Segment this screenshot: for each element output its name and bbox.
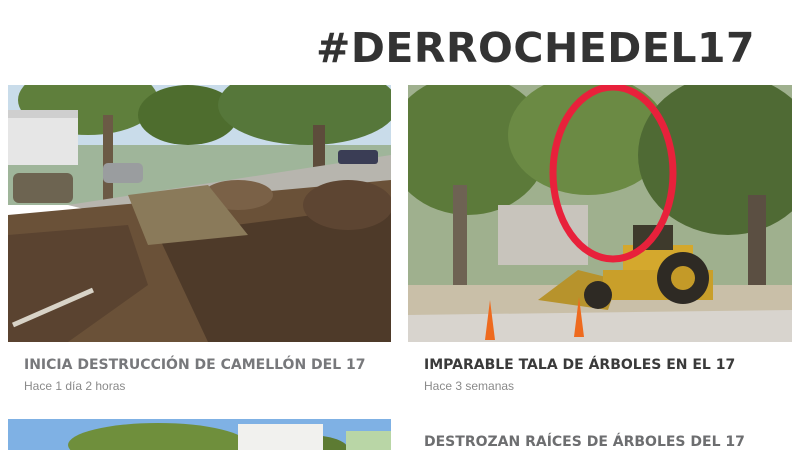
article-2-image[interactable] [408,85,792,342]
article-3-title[interactable]: DESTROZAN RAÍCES DE ÁRBOLES DEL 17 [424,433,745,451]
tree-cutting-photo [408,85,792,342]
article-2-title[interactable]: IMPARABLE TALA DE ÁRBOLES EN EL 17 [424,356,735,374]
article-2-timestamp: Hace 3 semanas [424,379,515,393]
page-hashtag-title: #DERROCHEDEL17 [316,24,756,72]
article-3-image[interactable] [8,419,391,450]
article-1-timestamp: Hace 1 día 2 horas [24,379,126,393]
median-dirt-photo [8,85,391,342]
article-1-title[interactable]: INICIA DESTRUCCIÓN DE CAMELLÓN DEL 17 [24,356,366,374]
article-1-image[interactable] [8,85,391,342]
tree-roots-photo [8,419,391,450]
